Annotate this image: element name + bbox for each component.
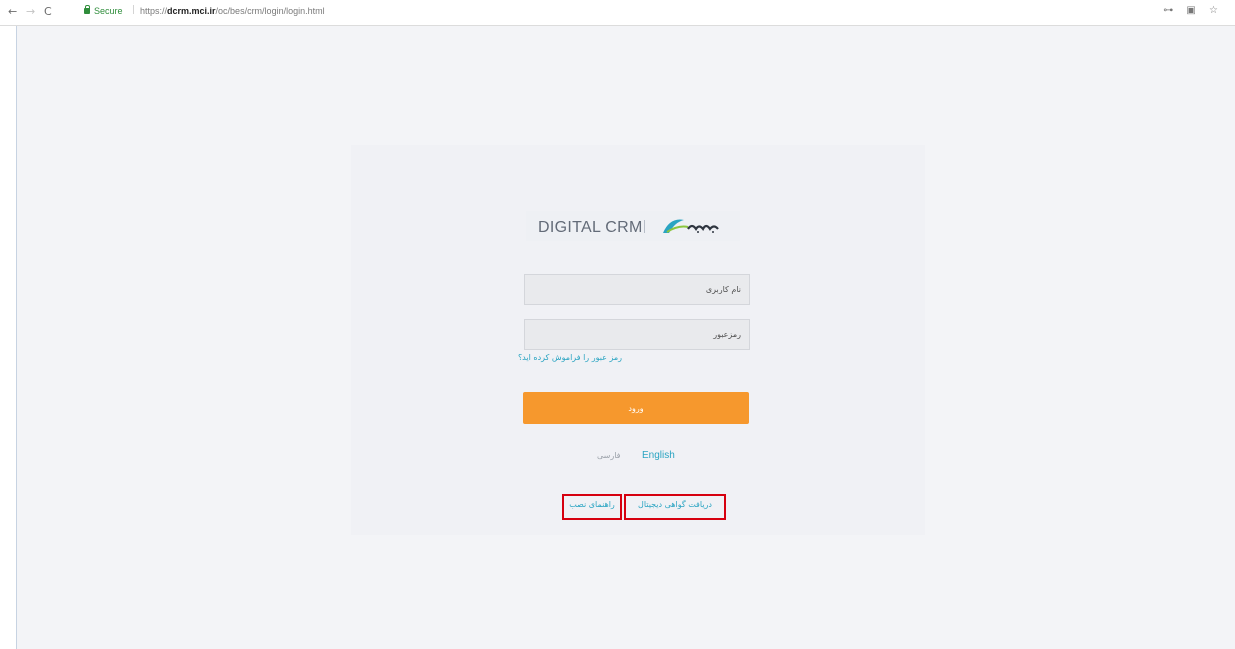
back-icon[interactable]: ← [8,6,17,18]
logo-text: DIGITAL CRM [538,219,643,236]
forgot-password-link[interactable]: رمز عبور را فراموش کرده اید؟ [518,353,750,362]
url-host: dcrm.mci.ir [167,6,216,16]
forward-icon[interactable]: → [26,6,35,18]
digital-certificate-label[interactable]: دریافت گواهی دیجیتال [638,500,712,509]
language-farsi-link[interactable]: فارسی [597,451,621,460]
username-input[interactable] [525,275,749,304]
url-scheme: https:// [140,6,168,16]
logo-banner: DIGITAL CRM [526,211,740,241]
url-separator: | [132,5,136,15]
digital-certificate-link[interactable]: دریافت گواهی دیجیتال [624,494,726,520]
secure-label[interactable]: Secure [94,6,123,16]
browser-toolbar: ← → C Secure | https://dcrm.mci.ir/oc/be… [0,0,1235,26]
login-button[interactable]: ورود [523,392,749,424]
language-english-link[interactable]: English [642,450,675,461]
reload-icon[interactable]: C [44,6,52,18]
logo-divider [644,220,645,233]
address-bar[interactable]: https://dcrm.mci.ir/oc/bes/crm/login/log… [140,6,325,16]
forgot-password-text[interactable]: رمز عبور را فراموش کرده اید؟ [518,353,622,362]
hamrahe-aval-logo-icon [663,219,719,233]
username-field[interactable] [524,274,750,305]
password-input[interactable] [525,320,749,349]
password-field[interactable] [524,319,750,350]
lock-icon [84,5,90,14]
install-guide-label[interactable]: راهنمای نصب [569,500,615,509]
browser-action-icons[interactable]: ⊶ ▣ ☆ [1163,5,1223,16]
url-path: /oc/bes/crm/login/login.html [215,6,325,16]
install-guide-link[interactable]: راهنمای نصب [562,494,622,520]
